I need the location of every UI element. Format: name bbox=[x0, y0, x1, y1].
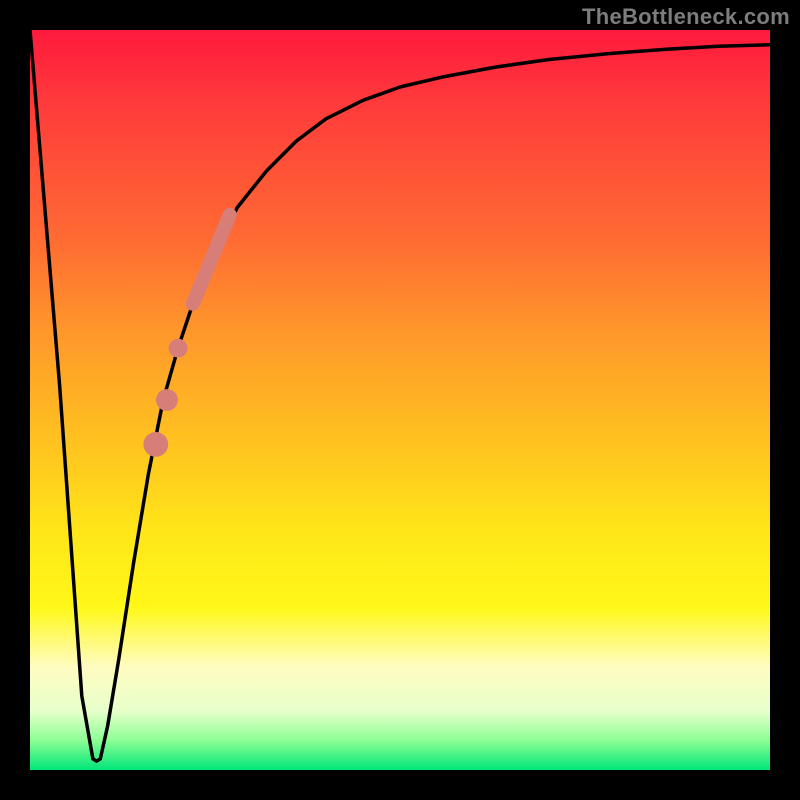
marker-dot bbox=[156, 389, 178, 411]
marker-segment bbox=[193, 215, 230, 304]
curve-markers bbox=[143, 215, 229, 457]
marker-dot bbox=[143, 432, 168, 457]
chart-frame: TheBottleneck.com bbox=[0, 0, 800, 800]
bottleneck-curve bbox=[30, 30, 770, 761]
marker-dot bbox=[169, 339, 188, 358]
chart-svg bbox=[30, 30, 770, 770]
watermark-text: TheBottleneck.com bbox=[582, 4, 790, 30]
